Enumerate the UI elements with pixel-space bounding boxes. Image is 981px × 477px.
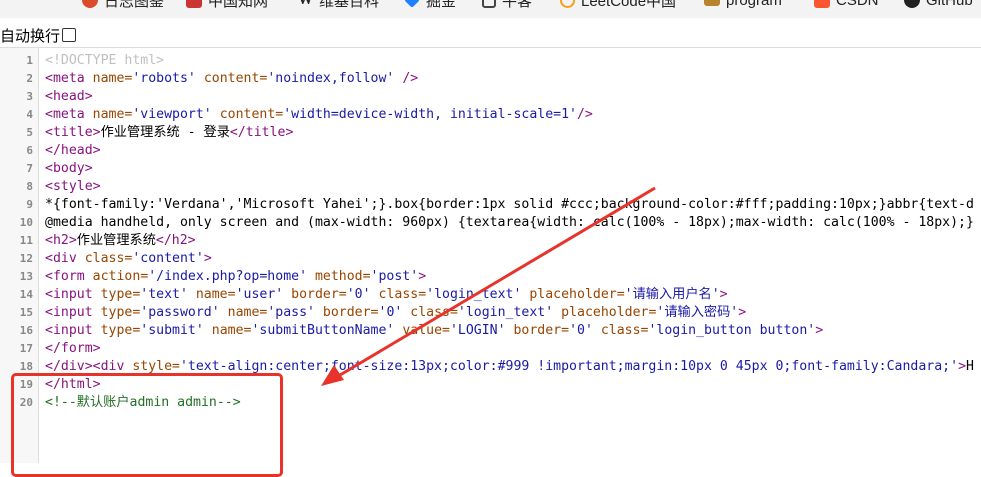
red-arrow-annotation [321, 186, 656, 386]
